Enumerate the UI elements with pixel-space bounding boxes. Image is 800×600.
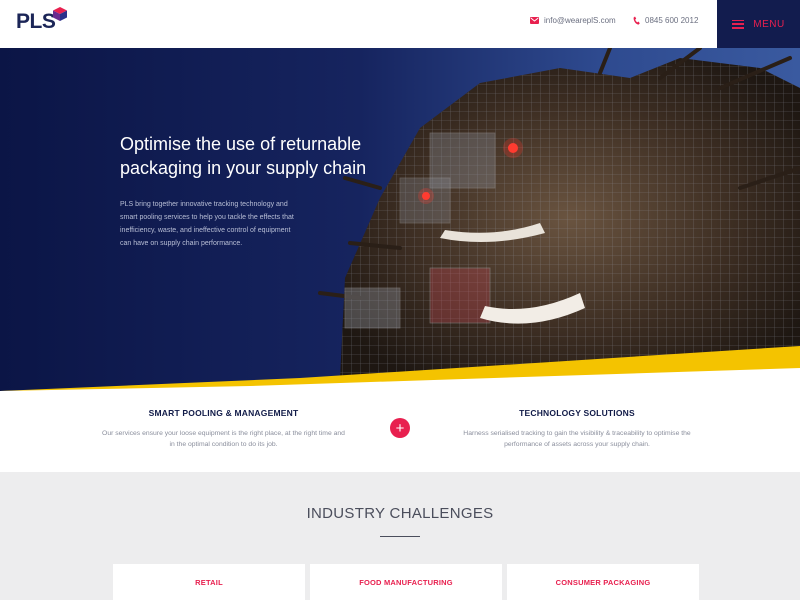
email-text: info@weareplS.com xyxy=(544,16,616,25)
menu-button[interactable]: MENU xyxy=(717,0,800,48)
phone-link[interactable]: 0845 600 2012 xyxy=(633,16,698,25)
industry-card-retail[interactable]: RETAIL xyxy=(113,564,305,600)
card-label: RETAIL xyxy=(195,578,223,587)
site-header: PLS info@weareplS.com 0845 600 2012 MENU xyxy=(0,0,800,48)
hero-title: Optimise the use of returnable packaging… xyxy=(120,134,367,178)
service-text: Harness serialised tracking to gain the … xyxy=(463,430,691,448)
service-title: TECHNOLOGY SOLUTIONS xyxy=(519,408,635,418)
card-label: CONSUMER PACKAGING xyxy=(555,578,651,587)
email-link[interactable]: info@weareplS.com xyxy=(530,16,616,25)
hamburger-icon xyxy=(732,19,745,29)
service-smart-pooling[interactable]: SMART POOLING & MANAGEMENT Our services … xyxy=(100,408,347,450)
service-text: Our services ensure your loose equipment… xyxy=(102,430,345,448)
menu-label: MENU xyxy=(753,18,785,30)
hero-banner: Optimise the use of returnable packaging… xyxy=(0,48,800,391)
title-divider xyxy=(380,536,420,537)
card-label: FOOD MANUFACTURING xyxy=(359,578,453,587)
plus-icon[interactable]: + xyxy=(390,418,410,438)
industry-challenges-section: INDUSTRY CHALLENGES RETAIL FOOD MANUFACT… xyxy=(0,472,800,600)
industry-card-food-manufacturing[interactable]: FOOD MANUFACTURING xyxy=(310,564,502,600)
services-section: SMART POOLING & MANAGEMENT Our services … xyxy=(0,391,800,472)
pls-logo[interactable]: PLS xyxy=(16,7,67,36)
phone-text: 0845 600 2012 xyxy=(645,16,699,25)
hero-description: PLS bring together innovative tracking t… xyxy=(120,201,294,247)
logo-cube-icon xyxy=(53,7,67,21)
phone-icon xyxy=(633,16,640,25)
service-title: SMART POOLING & MANAGEMENT xyxy=(148,408,299,418)
mail-icon xyxy=(530,17,539,24)
section-title: INDUSTRY CHALLENGES xyxy=(306,505,494,522)
service-technology[interactable]: TECHNOLOGY SOLUTIONS Harness serialised … xyxy=(460,408,694,450)
industry-card-consumer-packaging[interactable]: CONSUMER PACKAGING xyxy=(507,564,699,600)
logo-text: PLS xyxy=(16,10,56,33)
